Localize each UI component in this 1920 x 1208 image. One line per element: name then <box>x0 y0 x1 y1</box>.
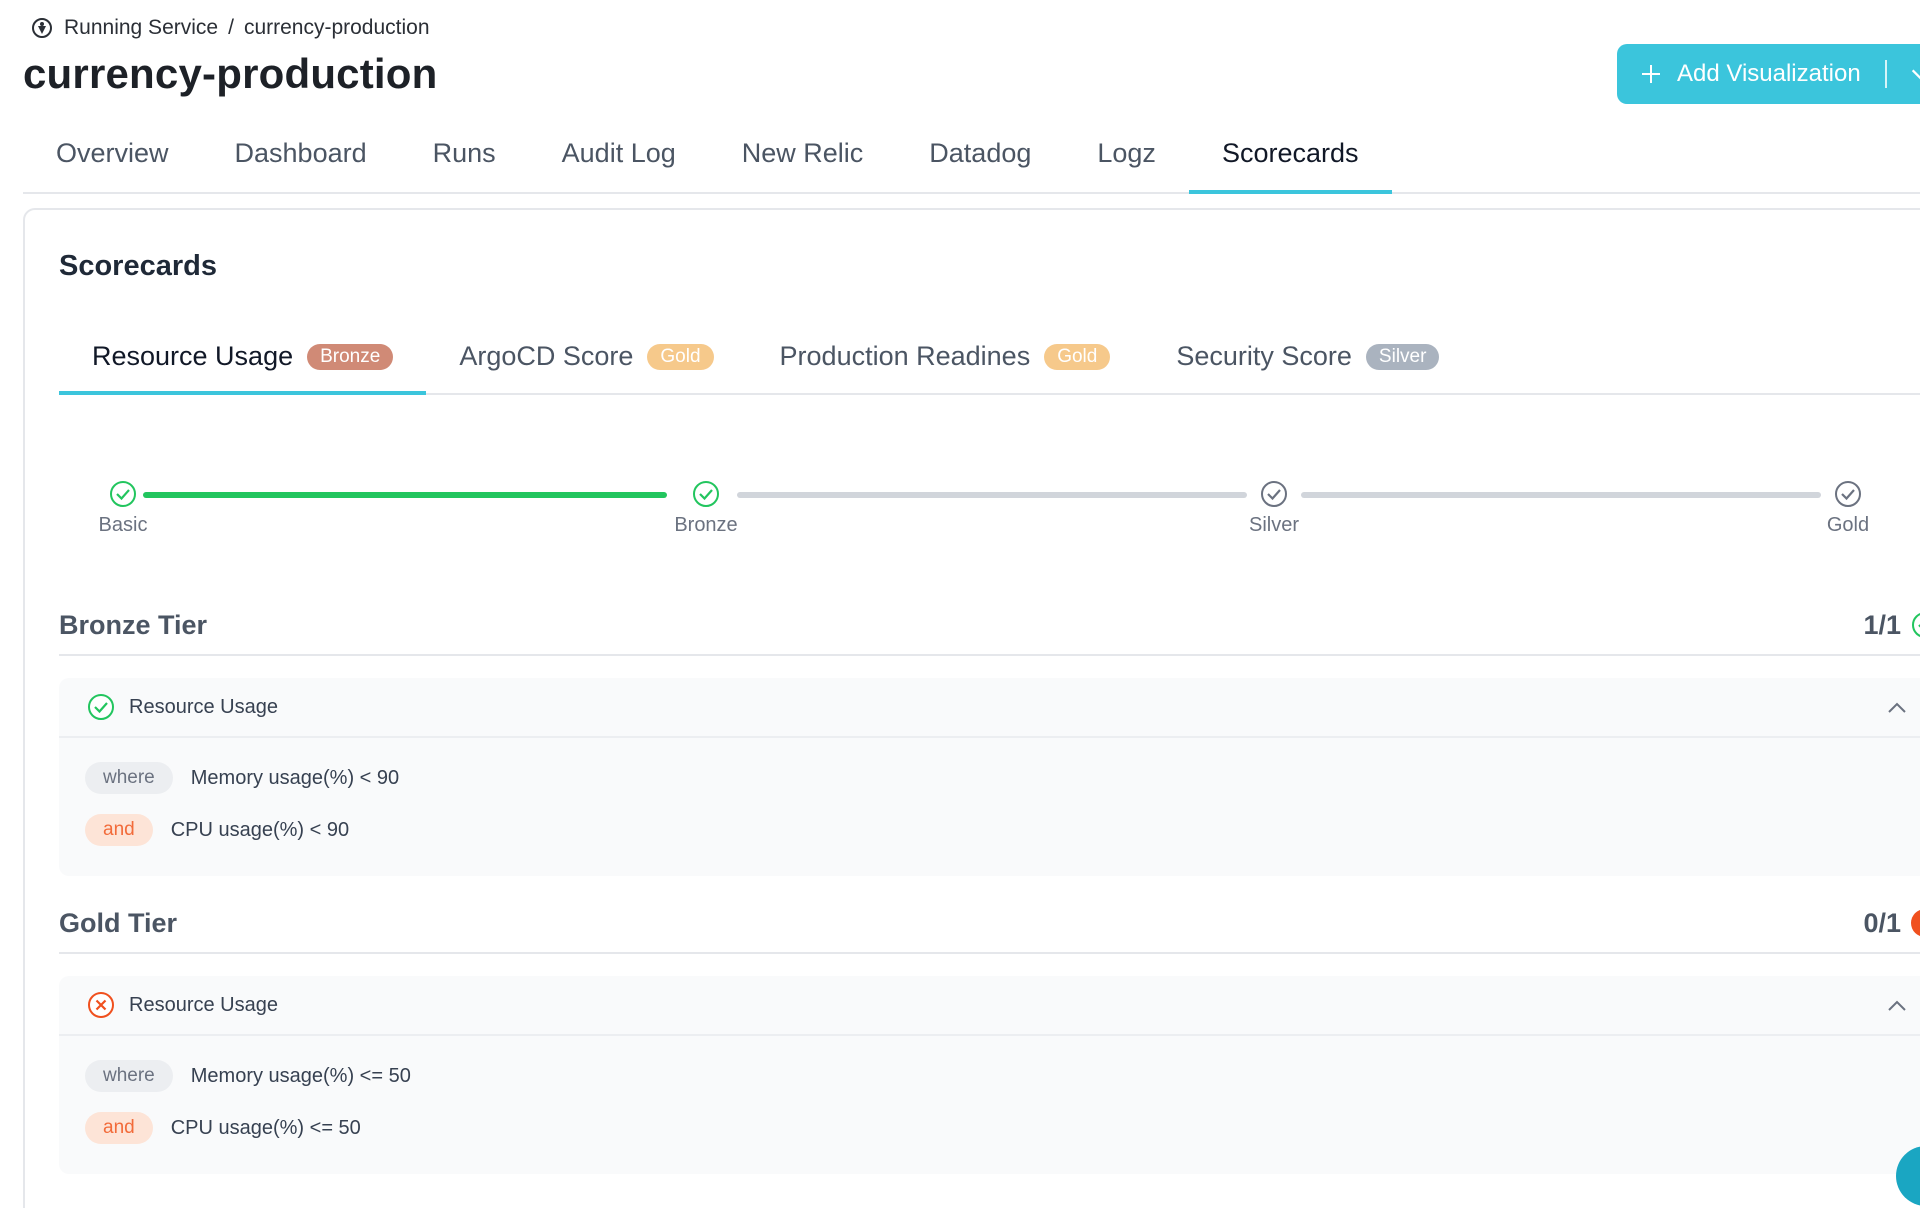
breadcrumb: Running Service / currency-production <box>30 16 430 40</box>
tab-logz[interactable]: Logz <box>1064 130 1189 192</box>
rule-condition: where Memory usage(%) < 90 <box>59 752 1920 804</box>
tab-overview[interactable]: Overview <box>23 130 202 192</box>
condition-text: Memory usage(%) <= 50 <box>190 1064 411 1087</box>
tab-argocd-score[interactable]: ArgoCD Score Gold <box>426 320 746 393</box>
rule-name: Resource Usage <box>129 993 278 1016</box>
rule-name: Resource Usage <box>129 695 278 718</box>
tab-label: Resource Usage <box>92 341 294 371</box>
tab-audit-log[interactable]: Audit Log <box>529 130 709 192</box>
level-badge: Gold <box>647 343 714 370</box>
breadcrumb-parent[interactable]: Running Service <box>64 16 218 40</box>
tier-count: 0/1 1 <box>1863 908 1920 939</box>
check-circle-icon <box>693 481 719 507</box>
condition-operator: where <box>85 1060 173 1092</box>
tab-production-readiness[interactable]: Production Readines Gold <box>747 320 1144 393</box>
scorecard-tabs: Resource Usage Bronze ArgoCD Score Gold … <box>59 320 1920 395</box>
level-node-silver: Silver <box>1234 480 1314 537</box>
level-label: Basic <box>98 514 148 536</box>
tier-count: 1/1 <box>1863 610 1920 641</box>
rule-condition: and CPU usage(%) < 90 <box>59 804 1920 856</box>
level-label: Bronze <box>674 514 738 536</box>
rule-condition: and CPU usage(%) <= 50 <box>59 1102 1920 1154</box>
check-circle-icon <box>1261 481 1287 507</box>
scorecards-title: Scorecards <box>59 250 217 282</box>
check-circle-icon <box>88 694 114 720</box>
level-node-basic: Basic <box>83 480 163 537</box>
tier-count-value: 0/1 <box>1863 907 1901 938</box>
check-circle-icon <box>110 481 136 507</box>
tab-label: Production Readines <box>779 341 1031 371</box>
tab-resource-usage[interactable]: Resource Usage Bronze <box>59 320 427 395</box>
level-badge: Gold <box>1044 343 1111 370</box>
tier-count-value: 1/1 <box>1863 609 1901 640</box>
tier-header-gold: Gold Tier 0/1 1 <box>59 894 1920 954</box>
plus-icon <box>1639 62 1663 86</box>
service-icon <box>30 16 54 40</box>
add-visualization-button[interactable]: Add Visualization <box>1617 44 1920 104</box>
tier-name: Gold Tier <box>59 907 178 938</box>
tab-label: ArgoCD Score <box>459 341 634 371</box>
tab-runs[interactable]: Runs <box>400 130 529 192</box>
page-title: currency-production <box>23 50 438 97</box>
page-tabs: Overview Dashboard Runs Audit Log New Re… <box>23 130 1920 194</box>
progress-segment-todo <box>737 492 1247 498</box>
tab-new-relic[interactable]: New Relic <box>709 130 897 192</box>
tab-datadog[interactable]: Datadog <box>896 130 1064 192</box>
level-badge: Silver <box>1365 343 1440 370</box>
condition-text: Memory usage(%) < 90 <box>190 766 400 789</box>
rule-header[interactable]: Resource Usage <box>59 678 1920 738</box>
level-node-gold: Gold <box>1808 480 1888 537</box>
button-divider <box>1884 60 1887 88</box>
level-label: Silver <box>1248 514 1299 536</box>
add-visualization-label: Add Visualization <box>1677 60 1861 87</box>
condition-operator: and <box>85 814 153 846</box>
level-badge: Bronze <box>307 343 394 370</box>
level-node-bronze: Bronze <box>666 480 746 537</box>
check-circle-icon <box>1835 481 1861 507</box>
breadcrumb-separator: / <box>228 16 234 39</box>
failed-count-badge: 1 <box>1911 909 1920 937</box>
level-progress: Basic Bronze Silver Gold <box>85 480 1885 550</box>
tier-header-bronze: Bronze Tier 1/1 <box>59 596 1920 656</box>
breadcrumb-current: currency-production <box>243 16 430 39</box>
rule-header[interactable]: Resource Usage <box>59 976 1920 1036</box>
level-label: Gold <box>1826 514 1870 536</box>
tab-dashboard[interactable]: Dashboard <box>202 130 400 192</box>
chevron-up-icon[interactable] <box>1885 994 1909 1018</box>
chevron-up-icon[interactable] <box>1885 696 1909 720</box>
check-circle-icon <box>1912 613 1920 637</box>
tier-name: Bronze Tier <box>59 609 208 640</box>
progress-segment-todo <box>1301 492 1821 498</box>
condition-operator: where <box>85 762 173 794</box>
tab-label: Security Score <box>1176 341 1352 371</box>
x-circle-icon <box>88 992 114 1018</box>
progress-segment-done <box>143 492 667 498</box>
condition-text: CPU usage(%) < 90 <box>170 818 350 841</box>
tab-security-score[interactable]: Security Score Silver <box>1143 320 1472 393</box>
condition-operator: and <box>85 1112 153 1144</box>
chevron-down-icon[interactable] <box>1909 63 1920 85</box>
rule-condition: where Memory usage(%) <= 50 <box>59 1050 1920 1102</box>
tab-scorecards[interactable]: Scorecards <box>1188 130 1392 194</box>
scorecards-card: Scorecards Resource Usage Bronze ArgoCD … <box>23 208 1920 1208</box>
rule-card-gold: Resource Usage where Memory usage(%) <= … <box>59 976 1920 1174</box>
rule-card-bronze: Resource Usage where Memory usage(%) < 9… <box>59 678 1920 876</box>
condition-text: CPU usage(%) <= 50 <box>170 1116 361 1139</box>
